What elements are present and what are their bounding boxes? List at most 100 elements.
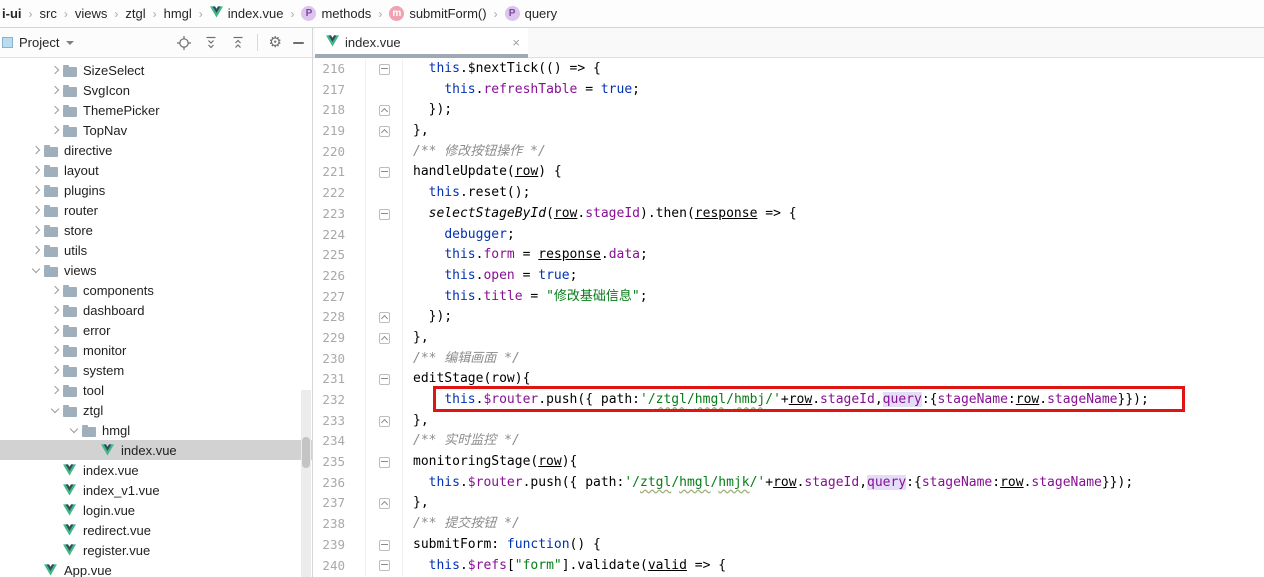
breadcrumb-item-submitform[interactable]: msubmitForm() — [389, 6, 486, 21]
code-line-239[interactable]: 239submitForm: function() { — [313, 535, 1264, 556]
code-line-227[interactable]: 227 this.title = "修改基础信息"; — [313, 287, 1264, 308]
tree-item-index-vue[interactable]: index.vue — [0, 440, 312, 460]
code-line-221[interactable]: 221handleUpdate(row) { — [313, 162, 1264, 183]
breadcrumb-item-query[interactable]: Pquery — [505, 6, 558, 21]
code-line-229[interactable]: 229}, — [313, 328, 1264, 349]
fold-end-icon[interactable] — [379, 312, 390, 323]
tree-item-svgicon[interactable]: SvgIcon — [0, 80, 312, 100]
tab-index-vue[interactable]: index.vue × — [315, 28, 528, 57]
scrollbar-track[interactable] — [301, 390, 311, 577]
code-line-234[interactable]: 234/** 实时监控 */ — [313, 431, 1264, 452]
locate-file-icon[interactable] — [176, 35, 192, 51]
tree-item-topnav[interactable]: TopNav — [0, 120, 312, 140]
chevron-right-icon[interactable] — [28, 207, 44, 213]
code-line-217[interactable]: 217 this.refreshTable = true; — [313, 80, 1264, 101]
code-line-224[interactable]: 224 debugger; — [313, 225, 1264, 246]
tree-item-redirect-vue[interactable]: redirect.vue — [0, 520, 312, 540]
code-line-219[interactable]: 219}, — [313, 121, 1264, 142]
code-line-237[interactable]: 237}, — [313, 493, 1264, 514]
tree-item-plugins[interactable]: plugins — [0, 180, 312, 200]
chevron-right-icon[interactable] — [47, 67, 63, 73]
breadcrumb-item-methods[interactable]: Pmethods — [301, 6, 371, 21]
fold-end-icon[interactable] — [379, 126, 390, 137]
chevron-right-icon[interactable] — [47, 287, 63, 293]
tree-item-utils[interactable]: utils — [0, 240, 312, 260]
expand-all-icon[interactable] — [203, 35, 219, 51]
settings-gear-icon[interactable]: ⚙ — [269, 35, 282, 50]
close-icon[interactable]: × — [512, 35, 520, 50]
code-line-235[interactable]: 235monitoringStage(row){ — [313, 452, 1264, 473]
tree-item-router[interactable]: router — [0, 200, 312, 220]
fold-end-icon[interactable] — [379, 416, 390, 427]
scrollbar-thumb[interactable] — [302, 437, 310, 468]
chevron-right-icon[interactable] — [28, 247, 44, 253]
fold-start-icon[interactable] — [379, 64, 390, 75]
chevron-right-icon[interactable] — [47, 107, 63, 113]
tree-item-components[interactable]: components — [0, 280, 312, 300]
chevron-right-icon[interactable] — [47, 347, 63, 353]
tree-item-monitor[interactable]: monitor — [0, 340, 312, 360]
chevron-right-icon[interactable] — [28, 187, 44, 193]
tree-item-store[interactable]: store — [0, 220, 312, 240]
tree-item-directive[interactable]: directive — [0, 140, 312, 160]
breadcrumb-item-src[interactable]: src — [40, 6, 57, 21]
code-line-218[interactable]: 218 }); — [313, 100, 1264, 121]
tree-item-login-vue[interactable]: login.vue — [0, 500, 312, 520]
tree-item-ztgl[interactable]: ztgl — [0, 400, 312, 420]
breadcrumb-item-views[interactable]: views — [75, 6, 108, 21]
chevron-right-icon[interactable] — [47, 367, 63, 373]
chevron-right-icon[interactable] — [28, 147, 44, 153]
breadcrumb-item-ztgl[interactable]: ztgl — [125, 6, 145, 21]
tree-item-tool[interactable]: tool — [0, 380, 312, 400]
tree-item-themepicker[interactable]: ThemePicker — [0, 100, 312, 120]
chevron-down-icon[interactable] — [47, 408, 63, 412]
code-line-240[interactable]: 240 this.$refs["form"].validate(valid =>… — [313, 556, 1264, 577]
code-line-231[interactable]: 231editStage(row){ — [313, 369, 1264, 390]
chevron-down-icon[interactable] — [28, 268, 44, 272]
chevron-right-icon[interactable] — [47, 307, 63, 313]
tree-item-system[interactable]: system — [0, 360, 312, 380]
tree-item-sizeselect[interactable]: SizeSelect — [0, 60, 312, 80]
tree-item-dashboard[interactable]: dashboard — [0, 300, 312, 320]
breadcrumb-item-index-vue[interactable]: index.vue — [210, 6, 284, 21]
code-line-228[interactable]: 228 }); — [313, 307, 1264, 328]
chevron-down-icon[interactable] — [66, 41, 74, 45]
tree-item-layout[interactable]: layout — [0, 160, 312, 180]
tree-item-app-vue[interactable]: App.vue — [0, 560, 312, 577]
code-line-230[interactable]: 230/** 编辑画面 */ — [313, 349, 1264, 370]
chevron-right-icon[interactable] — [47, 87, 63, 93]
tree-item-hmgl[interactable]: hmgl — [0, 420, 312, 440]
code-line-233[interactable]: 233}, — [313, 411, 1264, 432]
collapse-all-icon[interactable] — [230, 35, 246, 51]
tree-item-register-vue[interactable]: register.vue — [0, 540, 312, 560]
tree-item-views[interactable]: views — [0, 260, 312, 280]
chevron-right-icon[interactable] — [47, 327, 63, 333]
fold-end-icon[interactable] — [379, 498, 390, 509]
fold-start-icon[interactable] — [379, 540, 390, 551]
chevron-right-icon[interactable] — [47, 127, 63, 133]
fold-start-icon[interactable] — [379, 457, 390, 468]
code-editor[interactable]: 216 this.$nextTick(() => {217 this.refre… — [313, 58, 1264, 577]
chevron-right-icon[interactable] — [28, 167, 44, 173]
fold-start-icon[interactable] — [379, 560, 390, 571]
tree-item-index-vue[interactable]: index.vue — [0, 460, 312, 480]
fold-end-icon[interactable] — [379, 333, 390, 344]
fold-end-icon[interactable] — [379, 105, 390, 116]
tree-item-index-v1-vue[interactable]: index_v1.vue — [0, 480, 312, 500]
project-panel-title[interactable]: Project — [19, 35, 59, 50]
chevron-down-icon[interactable] — [66, 428, 82, 432]
code-line-223[interactable]: 223 selectStageById(row.stageId).then(re… — [313, 204, 1264, 225]
fold-start-icon[interactable] — [379, 374, 390, 385]
breadcrumb-item-i-ui[interactable]: i-ui — [2, 6, 22, 21]
code-line-220[interactable]: 220/** 修改按钮操作 */ — [313, 142, 1264, 163]
code-line-225[interactable]: 225 this.form = response.data; — [313, 245, 1264, 266]
chevron-right-icon[interactable] — [28, 227, 44, 233]
code-line-232[interactable]: 232 this.$router.push({ path:'/ztgl/hmgl… — [313, 390, 1264, 411]
fold-start-icon[interactable] — [379, 167, 390, 178]
code-line-236[interactable]: 236 this.$router.push({ path:'/ztgl/hmgl… — [313, 473, 1264, 494]
code-line-216[interactable]: 216 this.$nextTick(() => { — [313, 59, 1264, 80]
code-line-222[interactable]: 222 this.reset(); — [313, 183, 1264, 204]
code-line-238[interactable]: 238/** 提交按钮 */ — [313, 514, 1264, 535]
fold-start-icon[interactable] — [379, 209, 390, 220]
hide-panel-icon[interactable] — [293, 42, 304, 44]
